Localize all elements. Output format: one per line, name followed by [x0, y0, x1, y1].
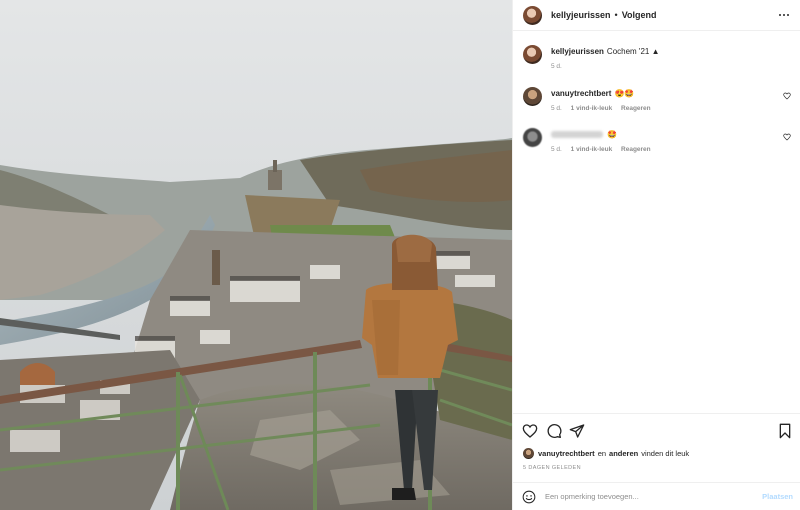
post-date[interactable]: 5 DAGEN GELEDEN: [523, 465, 581, 471]
heart-icon[interactable]: [522, 423, 538, 439]
caption-text: Cochem '21 ▲: [606, 47, 660, 56]
liker-username[interactable]: vanuytrechtbert: [538, 449, 595, 458]
liker-avatar[interactable]: [523, 448, 534, 459]
bookmark-icon[interactable]: [777, 423, 793, 439]
likes-suffix: vinden dit leuk: [641, 449, 690, 458]
comment-username-blurred[interactable]: [551, 131, 603, 139]
post-header: kellyjeurissen • Volgend: [513, 0, 800, 31]
comment-text: 😍🤩: [614, 89, 635, 98]
post-comment-button[interactable]: Plaatsen: [762, 492, 793, 501]
comment-avatar[interactable]: [523, 87, 542, 106]
emoji-icon[interactable]: [522, 490, 536, 504]
follow-button[interactable]: Volgend: [622, 10, 657, 20]
caption-time[interactable]: 5 d.: [551, 63, 562, 70]
author-avatar[interactable]: [523, 5, 542, 25]
likes-connector: en: [597, 449, 607, 458]
author-username[interactable]: kellyjeurissen: [551, 10, 611, 20]
comment-time[interactable]: 5 d.: [551, 105, 562, 112]
more-options-icon[interactable]: [777, 8, 791, 22]
reply-button[interactable]: Reageren: [621, 105, 651, 112]
caption-username[interactable]: kellyjeurissen: [551, 47, 604, 56]
comment-likes[interactable]: 1 vind-ik-leuk: [571, 146, 613, 153]
comment-avatar-blurred[interactable]: [523, 128, 542, 147]
add-comment-bar: Plaatsen: [513, 482, 800, 510]
comment-likes[interactable]: 1 vind-ik-leuk: [571, 105, 613, 112]
post-side-panel: kellyjeurissen • Volgend kellyjeurissen C…: [512, 0, 800, 510]
reply-button[interactable]: Reageren: [621, 146, 651, 153]
comment-username[interactable]: vanuytrechtbert: [551, 89, 611, 98]
photo-cochem-viewpoint: [0, 0, 512, 510]
comment-time[interactable]: 5 d.: [551, 146, 562, 153]
post-photo[interactable]: [0, 0, 512, 510]
instagram-post: kellyjeurissen • Volgend kellyjeurissen C…: [0, 0, 800, 510]
follow-separator: •: [614, 10, 618, 20]
comment-icon[interactable]: [546, 423, 562, 439]
caption-avatar[interactable]: [523, 45, 542, 64]
comment-heart-icon[interactable]: [783, 92, 791, 100]
likes-summary: vanuytrechtbert en anderen vinden dit le…: [523, 448, 692, 459]
likes-others-link[interactable]: anderen: [609, 449, 638, 458]
comment-text: 🤩: [607, 130, 617, 139]
post-actions: [513, 413, 800, 447]
comment-input[interactable]: [545, 492, 745, 501]
share-icon[interactable]: [569, 423, 585, 439]
comment-heart-icon[interactable]: [783, 133, 791, 141]
